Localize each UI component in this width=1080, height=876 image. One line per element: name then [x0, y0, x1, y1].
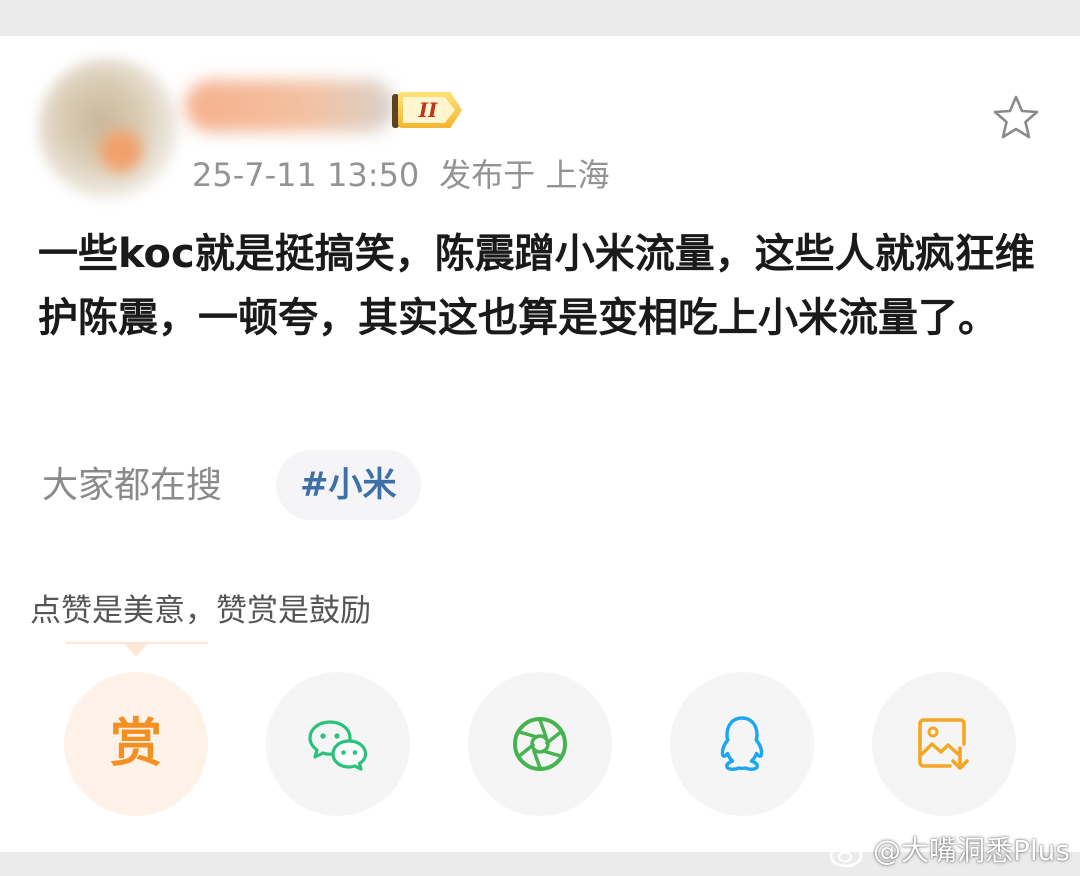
- level-badge[interactable]: II: [392, 92, 468, 128]
- moments-icon: [513, 717, 567, 771]
- post-location: 发布于 上海: [439, 156, 610, 194]
- trending-tag-xiaomi[interactable]: #小米: [276, 450, 421, 520]
- reward-button[interactable]: 赏: [64, 672, 208, 816]
- favorite-star-icon[interactable]: [990, 92, 1042, 144]
- post-timestamp: 25-7-11 13:50: [192, 156, 420, 194]
- avatar-decoration: [100, 130, 142, 172]
- tip-caret: [124, 643, 148, 657]
- badge-stick: [392, 94, 399, 128]
- avatar[interactable]: [38, 58, 178, 198]
- weibo-logo-icon: [829, 838, 867, 868]
- watermark-text: @大嘴洞悉Plus: [873, 834, 1070, 867]
- reward-tip: 点赞是美意，赞赏是鼓励: [30, 593, 371, 629]
- watermark: @大嘴洞悉Plus: [829, 830, 1070, 872]
- share-qq-button[interactable]: [670, 672, 814, 816]
- save-image-button[interactable]: [872, 672, 1016, 816]
- level-number: II: [418, 98, 438, 122]
- wechat-icon: [308, 720, 368, 771]
- reward-icon: 赏: [109, 714, 162, 774]
- save-image-icon: [918, 718, 969, 770]
- share-wechat-button[interactable]: [266, 672, 410, 816]
- trending-search-label: 大家都在搜: [42, 465, 223, 506]
- username-blurred[interactable]: [185, 80, 395, 132]
- qq-icon: [720, 716, 764, 771]
- post-meta: 25-7-11 13:50 发布于 上海: [192, 152, 609, 198]
- share-moments-button[interactable]: [468, 672, 612, 816]
- post-body: 一些koc就是挺搞笑，陈震蹭小米流量，这些人就疯狂维护陈震，一顿夸，其实这也算是…: [38, 231, 1035, 341]
